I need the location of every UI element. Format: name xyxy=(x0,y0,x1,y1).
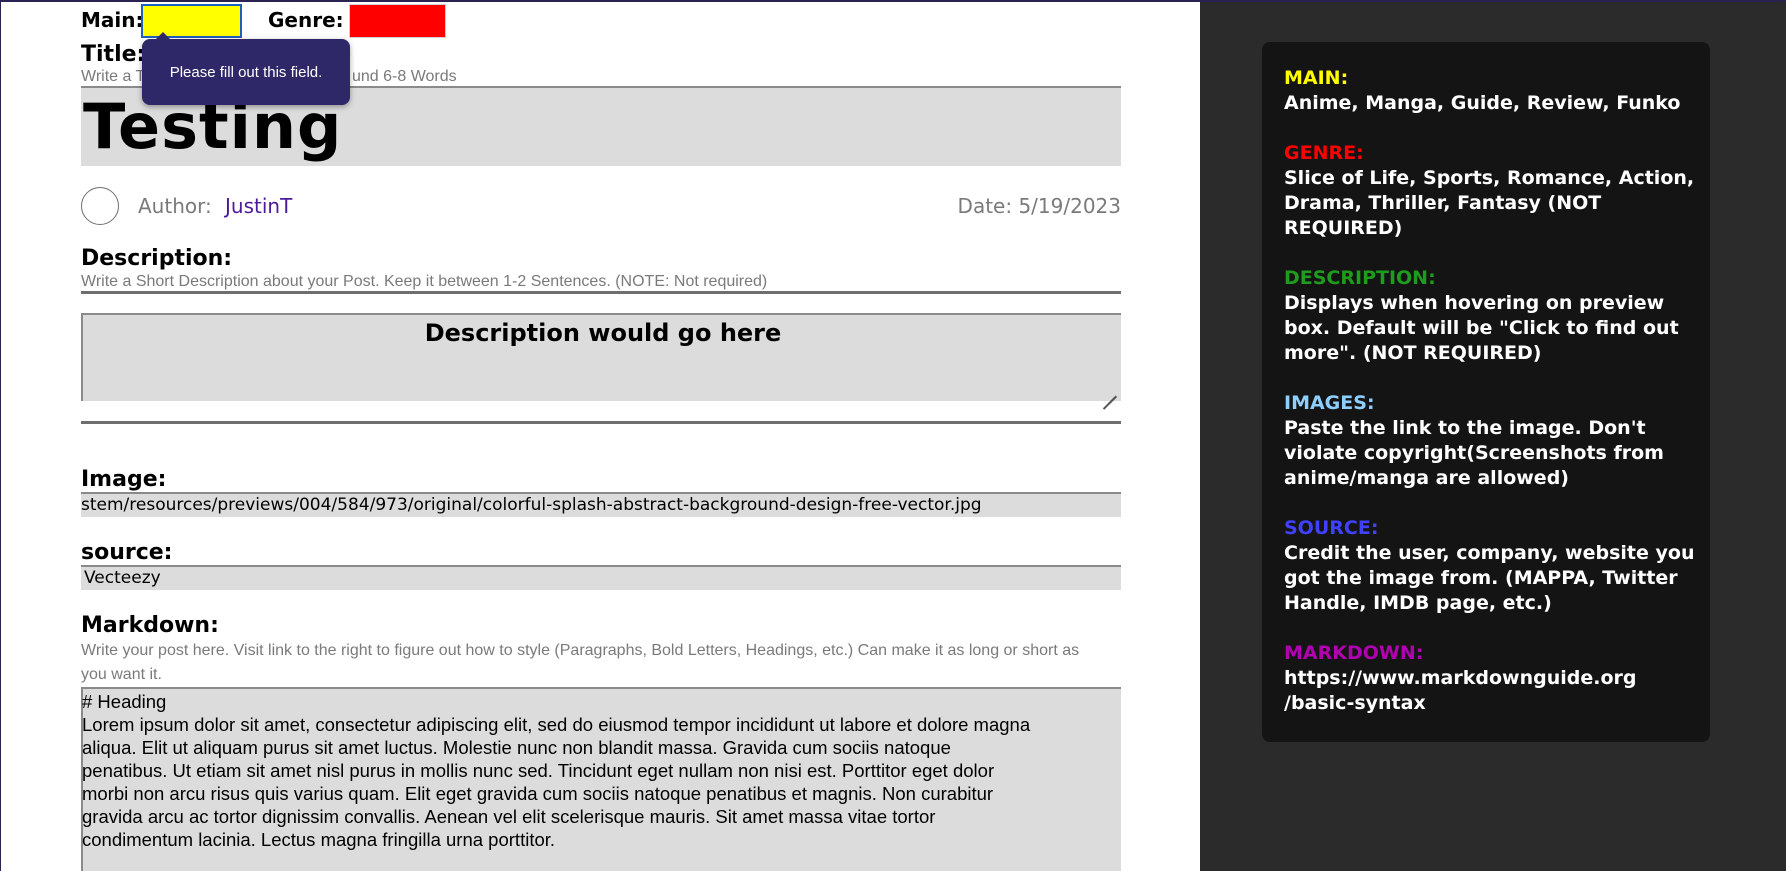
description-top-divider xyxy=(81,291,1121,294)
left-border xyxy=(0,0,1,871)
help-description-text: Displays when hovering on preview box. D… xyxy=(1284,292,1679,364)
markdown-guide-link[interactable]: https://www.markdownguide.org xyxy=(1284,666,1704,691)
markdown-heading-line: # Heading xyxy=(82,691,167,712)
markdown-line: morbi non arcu risus quis varius quam. E… xyxy=(82,783,994,804)
help-card: MAIN: Anime, Manga, Guide, Review, Funko… xyxy=(1262,42,1710,742)
markdown-line: aliqua. Elit ut aliquam purus sit amet l… xyxy=(82,737,951,758)
help-markdown: MARKDOWN: https://www.markdownguide.org … xyxy=(1284,641,1704,716)
help-main-text: Anime, Manga, Guide, Review, Funko xyxy=(1284,92,1681,114)
avatar xyxy=(81,187,119,225)
help-description: DESCRIPTION: Displays when hovering on p… xyxy=(1284,266,1704,366)
description-bottom-divider xyxy=(81,421,1121,424)
help-main-title: MAIN: xyxy=(1284,67,1349,89)
help-markdown-title: MARKDOWN: xyxy=(1284,642,1424,664)
source-value: Vecteezy xyxy=(84,568,161,588)
source-input[interactable]: Vecteezy xyxy=(81,565,1121,590)
markdown-content: # Heading Lorem ipsum dolor sit amet, co… xyxy=(82,690,1112,851)
markdown-line: penatibus. Ut etiam sit amet nisl purus … xyxy=(82,760,995,781)
help-images-text: Paste the link to the image. Don't viola… xyxy=(1284,417,1664,489)
markdown-hint: Write your post here. Visit link to the … xyxy=(81,642,1080,659)
help-source-title: SOURCE: xyxy=(1284,517,1379,539)
title-hint: Write a T xyxy=(81,68,146,85)
genre-label: Genre: xyxy=(268,8,344,32)
help-images-title: IMAGES: xyxy=(1284,392,1375,414)
help-genre: GENRE: Slice of Life, Sports, Romance, A… xyxy=(1284,141,1704,241)
title-hint-end: und 6-8 Words xyxy=(352,68,457,85)
markdown-line: gravida arcu ac tortor dignissim convall… xyxy=(82,806,936,827)
validation-tooltip: Please fill out this field. xyxy=(142,32,350,105)
help-source-text: Credit the user, company, website you go… xyxy=(1284,542,1695,614)
markdown-guide-link-continued[interactable]: /basic-syntax xyxy=(1284,691,1704,716)
help-source: SOURCE: Credit the user, company, websit… xyxy=(1284,516,1704,616)
markdown-hint-continued: you want it. xyxy=(81,666,162,683)
title-label: Title: xyxy=(81,42,146,67)
main-label: Main: xyxy=(81,8,144,32)
markdown-label: Markdown: xyxy=(81,613,219,638)
description-hint: Write a Short Description about your Pos… xyxy=(81,273,768,290)
description-value: Description would go here xyxy=(424,319,782,347)
top-border xyxy=(0,0,1786,2)
post-date: Date: 5/19/2023 xyxy=(957,194,1121,218)
help-genre-title: GENRE: xyxy=(1284,142,1364,164)
markdown-line: Lorem ipsum dolor sit amet, consectetur … xyxy=(82,714,1031,735)
description-label: Description: xyxy=(81,246,233,271)
author-label: Author: xyxy=(138,194,212,218)
description-textarea[interactable]: Description would go here xyxy=(81,313,1121,401)
image-url-value: stem/resources/previews/004/584/973/orig… xyxy=(81,495,982,515)
help-description-title: DESCRIPTION: xyxy=(1284,267,1436,289)
image-label: Image: xyxy=(81,467,167,492)
resize-handle-icon[interactable] xyxy=(1103,383,1117,397)
author-name[interactable]: JustinT xyxy=(225,194,292,218)
help-main: MAIN: Anime, Manga, Guide, Review, Funko xyxy=(1284,66,1704,116)
image-url-input[interactable]: stem/resources/previews/004/584/973/orig… xyxy=(81,492,1121,517)
genre-color-input[interactable] xyxy=(349,4,446,38)
markdown-line: condimentum lacinia. Lectus magna fringi… xyxy=(82,829,556,850)
markdown-body: Lorem ipsum dolor sit amet, consectetur … xyxy=(82,713,1112,851)
help-images: IMAGES: Paste the link to the image. Don… xyxy=(1284,391,1704,491)
help-genre-text: Slice of Life, Sports, Romance, Action, … xyxy=(1284,167,1695,239)
source-label: source: xyxy=(81,540,173,565)
